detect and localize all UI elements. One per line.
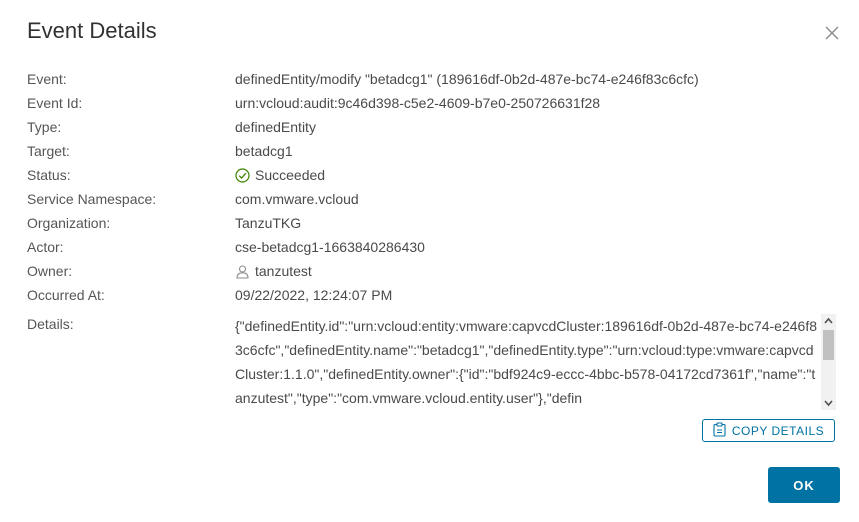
details-text-area[interactable]: {"definedEntity.id":"urn:vcloud:entity:v… — [235, 314, 836, 410]
type-label: Type: — [27, 119, 62, 135]
actor-label: Actor: — [27, 239, 64, 255]
occurred-at-label: Occurred At: — [27, 287, 105, 303]
ok-button[interactable]: OK — [768, 467, 840, 503]
status-label: Status: — [27, 167, 71, 183]
scroll-up-arrow-icon[interactable] — [821, 314, 836, 328]
service-namespace-value: com.vmware.vcloud — [235, 191, 359, 207]
copy-details-button[interactable]: COPY DETAILS — [702, 419, 835, 442]
event-id-label: Event Id: — [27, 95, 83, 111]
clipboard-icon — [713, 421, 726, 440]
copy-details-label: COPY DETAILS — [731, 423, 825, 438]
close-icon[interactable] — [823, 24, 841, 42]
event-label: Event: — [27, 71, 67, 87]
status-value: Succeeded — [255, 167, 326, 183]
owner-value: tanzutest — [255, 263, 312, 279]
event-details-modal: Event Details Event: definedEntity/modif… — [0, 0, 859, 522]
occurred-at-value: 09/22/2022, 12:24:07 PM — [235, 287, 393, 303]
organization-value: TanzuTKG — [235, 215, 302, 231]
success-circle-icon — [235, 168, 250, 187]
details-scrollbar[interactable] — [821, 314, 836, 410]
event-id-value: urn:vcloud:audit:9c46d398-c5e2-4609-b7e0… — [235, 95, 601, 111]
scrollbar-thumb[interactable] — [823, 330, 834, 360]
actor-value: cse-betadcg1-1663840286430 — [235, 239, 425, 255]
modal-title: Event Details — [27, 18, 157, 43]
owner-value-wrap: tanzutest — [235, 262, 312, 283]
event-value: definedEntity/modify "betadcg1" (189616d… — [235, 71, 699, 87]
organization-label: Organization: — [27, 215, 111, 231]
type-value: definedEntity — [235, 119, 316, 135]
target-value: betadcg1 — [235, 143, 293, 159]
status-value-wrap: Succeeded — [235, 166, 325, 187]
details-label: Details: — [27, 316, 74, 332]
owner-label: Owner: — [27, 263, 73, 279]
service-namespace-label: Service Namespace: — [27, 191, 157, 207]
details-value: {"definedEntity.id":"urn:vcloud:entity:v… — [235, 318, 817, 406]
target-label: Target: — [27, 143, 70, 159]
user-icon — [235, 264, 250, 283]
scroll-down-arrow-icon[interactable] — [821, 396, 836, 410]
